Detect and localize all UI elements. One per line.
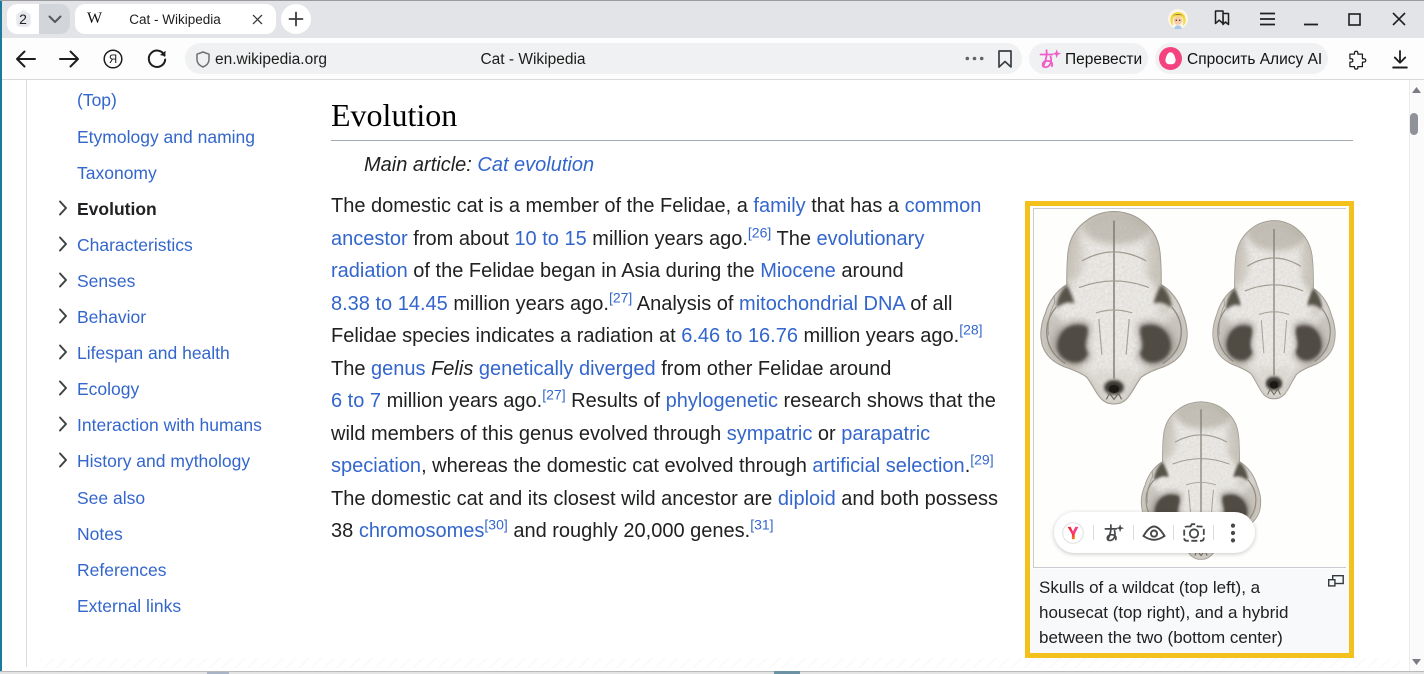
svg-text:Я: Я: [109, 54, 117, 66]
